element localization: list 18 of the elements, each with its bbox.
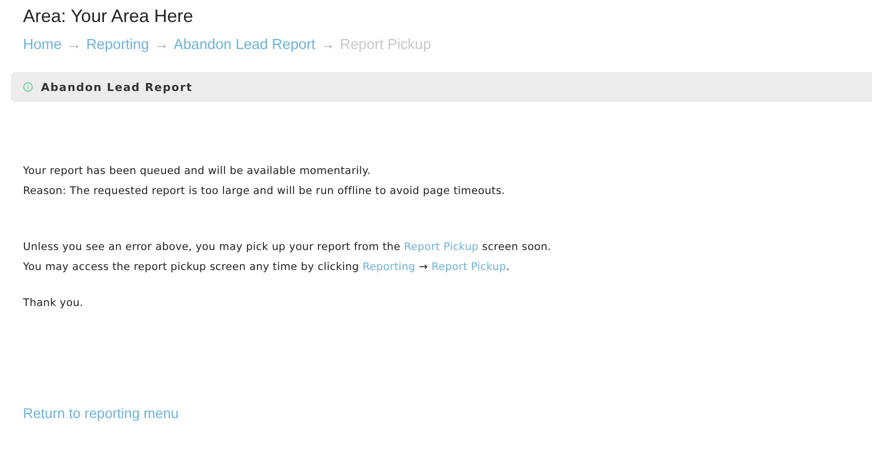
message-text: Thank you. [23, 296, 84, 311]
breadcrumb-separator: → [320, 37, 335, 53]
area-title: Area: Your Area Here [23, 6, 194, 27]
breadcrumb-link[interactable]: Home [23, 37, 62, 53]
info-icon [23, 82, 33, 92]
breadcrumb-link[interactable]: Reporting [86, 37, 150, 53]
message-text: Unless you see an error above, you may pick up your report from the Report Pickup screen soon. [23, 240, 552, 255]
breadcrumb-separator: → [66, 37, 82, 53]
report-link[interactable]: Reporting [362, 261, 416, 273]
report-link[interactable]: Report Pickup [431, 261, 506, 273]
message-text: Your report has been queued and will be available momentarily. [23, 164, 372, 179]
return-link[interactable]: Return to reporting menu [23, 405, 179, 421]
message-text: You may access the report pickup screen any time by clicking Reporting → Report Pickup. [23, 260, 511, 275]
breadcrumb-separator: → [154, 37, 169, 53]
breadcrumb-link[interactable]: Abandon Lead Report [174, 37, 316, 53]
report-link[interactable]: Report Pickup [404, 241, 479, 253]
panel-title: Abandon Lead Report [41, 80, 192, 94]
message-text: Reason: The requested report is too large and will be run offline to avoid page timeouts. [23, 184, 506, 199]
